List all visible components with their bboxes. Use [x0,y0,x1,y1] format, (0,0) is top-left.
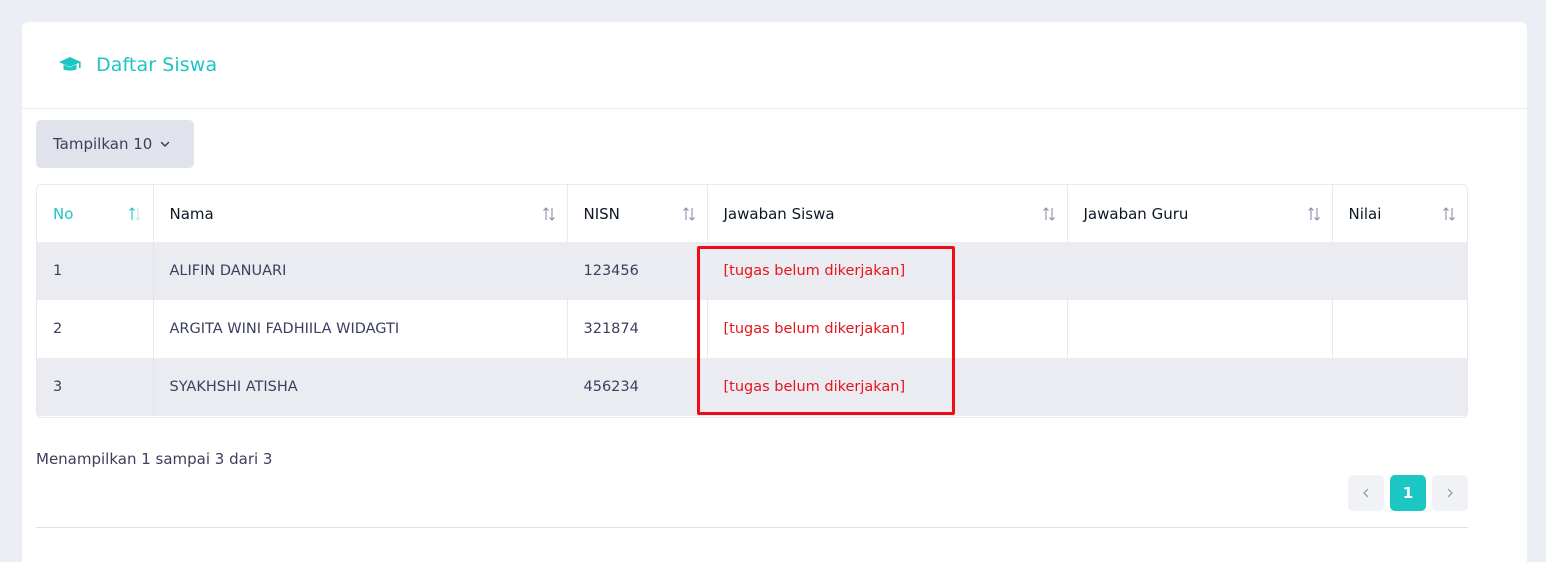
cell-jawaban-siswa: [tugas belum dikerjakan] [707,242,1068,300]
page-length-dropdown[interactable]: Tampilkan 10 [36,120,194,168]
student-table-container: No Nama NISN Jawaban Siswa Jawaban Guru [36,184,1468,418]
cell-jawaban-guru [1067,358,1333,416]
divider [36,527,1468,528]
sort-icon [1041,206,1057,222]
cell-nama: ALIFIN DANUARI [153,242,568,300]
previous-page-button[interactable] [1348,475,1384,511]
column-header-jawaban-guru[interactable]: Jawaban Guru [1067,185,1333,242]
student-table: No Nama NISN Jawaban Siswa Jawaban Guru [37,185,1467,416]
column-header-nama[interactable]: Nama [153,185,568,242]
pagination: 1 [1348,475,1468,511]
column-header-jawaban-siswa[interactable]: Jawaban Siswa [707,185,1068,242]
sort-icon [681,206,697,222]
card-header: Daftar Siswa [22,22,1527,109]
chevron-down-icon [159,138,171,150]
sort-icon [1441,206,1457,222]
cell-nilai [1332,242,1467,300]
table-row: 3 SYAKHSHI ATISHA 456234 [tugas belum di… [37,358,1467,416]
cell-no: 1 [37,242,154,300]
cell-nisn: 456234 [567,358,708,416]
table-header-row: No Nama NISN Jawaban Siswa Jawaban Guru [37,185,1467,242]
chevron-left-icon [1363,488,1369,498]
cell-jawaban-siswa: [tugas belum dikerjakan] [707,358,1068,416]
table-info-text: Menampilkan 1 sampai 3 dari 3 [36,450,273,468]
cell-no: 2 [37,300,154,358]
cell-nilai [1332,300,1467,358]
cell-jawaban-guru [1067,300,1333,358]
cell-nilai [1332,358,1467,416]
cell-nisn: 123456 [567,242,708,300]
column-header-no[interactable]: No [37,185,154,242]
sort-icon [541,206,557,222]
column-header-nilai[interactable]: Nilai [1332,185,1467,242]
cell-nisn: 321874 [567,300,708,358]
cell-no: 3 [37,358,154,416]
cell-nama: ARGITA WINI FADHIILA WIDAGTI [153,300,568,358]
graduation-cap-icon [58,56,82,74]
next-page-button[interactable] [1432,475,1468,511]
table-row: 2 ARGITA WINI FADHIILA WIDAGTI 321874 [t… [37,300,1467,358]
sort-icon [127,206,143,222]
table-row: 1 ALIFIN DANUARI 123456 [tugas belum dik… [37,242,1467,300]
chevron-right-icon [1447,488,1453,498]
page-title: Daftar Siswa [96,54,218,76]
page-button-current[interactable]: 1 [1390,475,1426,511]
page-length-label: Tampilkan 10 [53,135,153,153]
column-header-nisn[interactable]: NISN [567,185,708,242]
cell-jawaban-siswa: [tugas belum dikerjakan] [707,300,1068,358]
cell-jawaban-guru [1067,242,1333,300]
cell-nama: SYAKHSHI ATISHA [153,358,568,416]
sort-icon [1306,206,1322,222]
